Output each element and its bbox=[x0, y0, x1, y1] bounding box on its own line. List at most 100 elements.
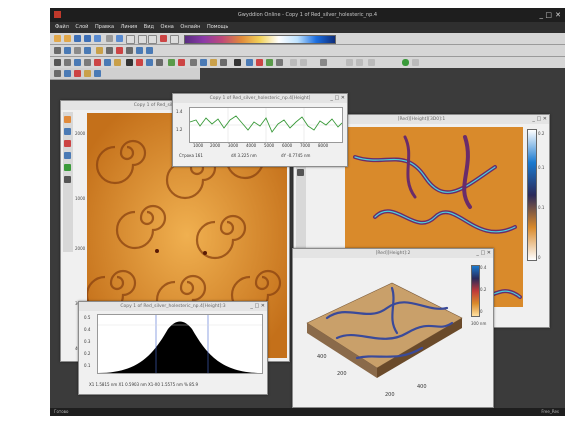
side-tool-2-icon[interactable] bbox=[64, 128, 71, 135]
grid-icon[interactable] bbox=[54, 47, 61, 54]
filter-icon[interactable] bbox=[114, 59, 121, 66]
right-image-window-controls[interactable]: _ □ ✕ bbox=[532, 115, 547, 124]
view3d-title-text: [Red][Height]:2 bbox=[375, 251, 411, 256]
online-icon[interactable] bbox=[402, 59, 409, 66]
tool-d-icon[interactable] bbox=[84, 70, 91, 77]
tool-b-icon[interactable] bbox=[64, 70, 71, 77]
histogram-y-tick: 0.1 bbox=[84, 363, 91, 368]
disabled-icon-5 bbox=[368, 59, 375, 66]
histogram-window-controls[interactable]: _ □ ✕ bbox=[250, 302, 265, 311]
axis-tick: 2000 bbox=[75, 131, 86, 136]
page-icon[interactable] bbox=[138, 35, 147, 44]
slope-icon[interactable] bbox=[156, 59, 163, 66]
tool-icon[interactable] bbox=[74, 47, 81, 54]
histogram-readout: X1 1.5815 nm X1 0.5903 nm X1-X0 1.5575 n… bbox=[89, 382, 199, 387]
side-tool-5-icon[interactable] bbox=[64, 164, 71, 171]
cross-icon[interactable] bbox=[84, 59, 91, 66]
grain-icon[interactable] bbox=[136, 59, 143, 66]
mask2-icon[interactable] bbox=[276, 59, 283, 66]
histogram-plot-area bbox=[97, 314, 263, 374]
side-tool-6-icon[interactable] bbox=[64, 176, 71, 183]
profile-readout-dy: dY -0.7745 nm bbox=[281, 153, 311, 158]
side-tool-1-icon[interactable] bbox=[64, 116, 71, 123]
profile-y-tick: 1.2 bbox=[176, 127, 183, 132]
poly-icon[interactable] bbox=[200, 59, 207, 66]
menu-line[interactable]: Линия bbox=[121, 24, 138, 30]
workspace: Copy 1 of Red_silver_holesteric_np.4 _ □… bbox=[50, 68, 565, 408]
view3d-window[interactable]: [Red][Height]:2 _ □ ✕ 400 200 400 200 0.… bbox=[292, 248, 494, 408]
profile-x-tick: 6000 bbox=[282, 143, 293, 148]
view3d-scale-tick: 0 bbox=[480, 309, 483, 314]
profile-title-text: Copy 1 of Red_silver_holesteric_np.4[Hei… bbox=[209, 96, 311, 101]
toolbar-1 bbox=[50, 33, 565, 45]
edge-icon[interactable] bbox=[190, 59, 197, 66]
menu-file[interactable]: Файл bbox=[55, 24, 69, 30]
menu-edit[interactable]: Правка bbox=[95, 24, 114, 30]
histogram-y-tick: 0.3 bbox=[84, 339, 91, 344]
menu-bar: Файл Слой Правка Линия Вид Окна Онлайн П… bbox=[50, 22, 565, 33]
menu-windows[interactable]: Окна bbox=[161, 24, 174, 30]
maximize-button[interactable]: □ bbox=[545, 8, 552, 22]
mark-icon[interactable] bbox=[94, 59, 101, 66]
log-icon[interactable] bbox=[320, 59, 327, 66]
menu-help[interactable]: Помощь bbox=[207, 24, 228, 30]
scale-tick: 0 bbox=[538, 255, 541, 260]
scale-tick: 0.1 bbox=[538, 165, 545, 170]
stats-icon[interactable] bbox=[146, 59, 153, 66]
levels-icon[interactable] bbox=[146, 47, 153, 54]
histogram-window[interactable]: Copy 1 of Red_silver_holesteric_np.4[Hei… bbox=[78, 301, 268, 395]
undo-icon[interactable] bbox=[160, 35, 167, 42]
view3d-window-controls[interactable]: _ □ ✕ bbox=[476, 249, 491, 258]
volume-icon[interactable] bbox=[256, 59, 263, 66]
flip-icon[interactable] bbox=[126, 47, 133, 54]
line-icon[interactable] bbox=[74, 59, 81, 66]
fft-icon[interactable] bbox=[104, 59, 111, 66]
menu-layer[interactable]: Слой bbox=[75, 24, 88, 30]
tool-c-icon[interactable] bbox=[74, 70, 81, 77]
measure-icon[interactable] bbox=[64, 59, 71, 66]
copy-icon[interactable] bbox=[116, 35, 123, 42]
zoom-icon[interactable] bbox=[64, 47, 71, 54]
menu-online[interactable]: Онлайн bbox=[180, 24, 200, 30]
view3d-scale-tick: 0.2 bbox=[480, 287, 487, 292]
scissors-icon[interactable] bbox=[116, 47, 123, 54]
menu-view[interactable]: Вид bbox=[144, 24, 154, 30]
mask-icon[interactable] bbox=[266, 59, 273, 66]
afm-3d-view[interactable]: 400 200 400 200 bbox=[297, 263, 467, 403]
view3d-icon[interactable] bbox=[246, 59, 253, 66]
side-tool-3-icon[interactable] bbox=[64, 140, 71, 147]
profile-x-tick: 7000 bbox=[300, 143, 311, 148]
spectro-icon[interactable] bbox=[234, 59, 241, 66]
folder-icon[interactable] bbox=[64, 35, 71, 42]
profile-icon[interactable] bbox=[168, 59, 175, 66]
minimize-button[interactable]: _ bbox=[540, 8, 544, 22]
palette-gradient[interactable] bbox=[184, 35, 336, 44]
shade-icon[interactable] bbox=[220, 59, 227, 66]
cut-icon[interactable] bbox=[106, 35, 113, 42]
open-icon[interactable] bbox=[54, 35, 61, 42]
tool-a-icon[interactable] bbox=[54, 70, 61, 77]
print-icon[interactable] bbox=[94, 35, 101, 42]
close-button[interactable]: ✕ bbox=[555, 8, 561, 22]
right-color-scale bbox=[527, 129, 537, 261]
layers-icon[interactable] bbox=[96, 47, 103, 54]
correct-icon[interactable] bbox=[178, 59, 185, 66]
plot-icon[interactable] bbox=[126, 59, 133, 66]
profile-window-controls[interactable]: _ □ ✕ bbox=[330, 94, 345, 103]
view3d-title: [Red][Height]:2 _ □ ✕ bbox=[293, 249, 493, 258]
profile-window[interactable]: Copy 1 of Red_silver_holesteric_np.4[Hei… bbox=[172, 93, 348, 167]
paste-icon[interactable] bbox=[126, 35, 135, 44]
status-bar: Готово Free_Res bbox=[50, 408, 565, 416]
redo-icon[interactable] bbox=[170, 35, 179, 44]
tool-e-icon[interactable] bbox=[94, 70, 101, 77]
pointer-icon[interactable] bbox=[54, 59, 61, 66]
page2-icon[interactable] bbox=[148, 35, 157, 44]
rotate-icon[interactable] bbox=[136, 47, 143, 54]
arrow-icon[interactable] bbox=[106, 47, 113, 54]
tilt-icon[interactable] bbox=[210, 59, 217, 66]
save-as-icon[interactable] bbox=[84, 35, 91, 42]
save-icon[interactable] bbox=[74, 35, 81, 42]
side-tool-4-icon[interactable] bbox=[64, 152, 71, 159]
select-icon[interactable] bbox=[84, 47, 91, 54]
right-tool-4-icon[interactable] bbox=[297, 169, 304, 176]
